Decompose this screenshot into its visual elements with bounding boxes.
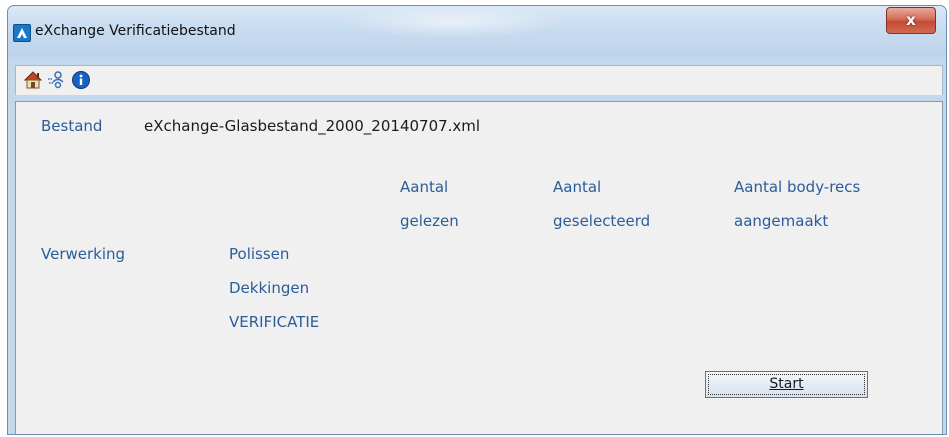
start-button[interactable]: Start	[705, 371, 868, 398]
title-bar[interactable]: eXchange Verificatiebestand	[8, 6, 946, 57]
column-read-line1: Aantal	[400, 178, 449, 196]
app-icon	[13, 24, 31, 42]
processing-label: Verwerking	[41, 245, 126, 263]
window-title: eXchange Verificatiebestand	[35, 23, 236, 39]
home-icon[interactable]	[23, 70, 43, 90]
close-icon: x	[906, 11, 916, 29]
close-button[interactable]: x	[886, 7, 936, 34]
file-name: eXchange-Glasbestand_2000_20140707.xml	[144, 117, 481, 135]
column-created-line2: aangemaakt	[734, 212, 829, 230]
file-label: Bestand	[41, 117, 103, 135]
settings-people-icon[interactable]	[47, 70, 67, 90]
title-bar-highlight	[338, 6, 568, 38]
column-created-line1: Aantal body-recs	[734, 178, 861, 196]
column-selected-line2: geselecteerd	[553, 212, 651, 230]
column-read-line2: gelezen	[400, 212, 459, 230]
info-icon[interactable]	[71, 70, 91, 90]
start-button-label: Start	[769, 376, 804, 392]
processing-item: Polissen	[229, 245, 290, 263]
processing-item: Dekkingen	[229, 279, 310, 297]
column-selected-line1: Aantal	[553, 178, 602, 196]
processing-item: VERIFICATIE	[229, 313, 320, 331]
toolbar	[15, 65, 943, 95]
